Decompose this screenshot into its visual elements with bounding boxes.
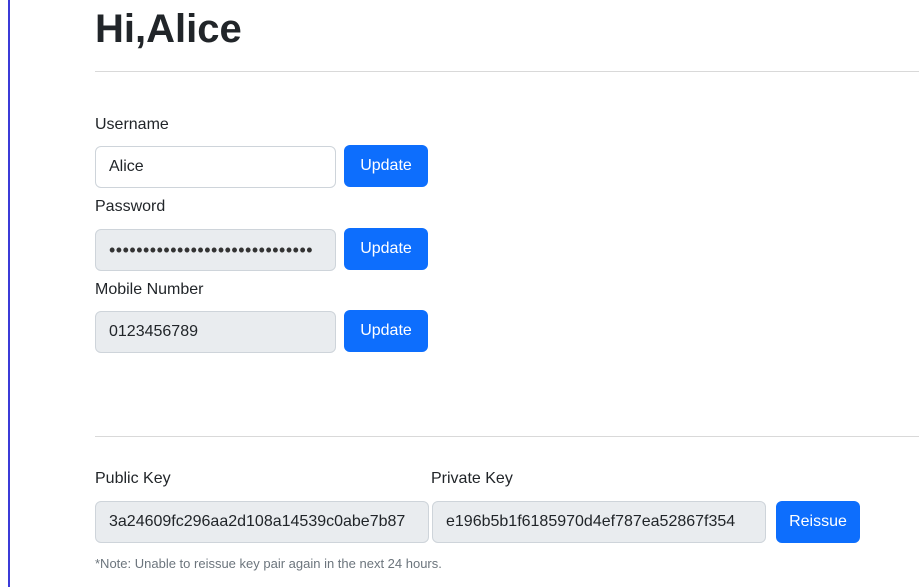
page-title: Hi,Alice — [95, 7, 242, 51]
update-mobile-button[interactable]: Update — [344, 310, 428, 352]
update-password-button[interactable]: Update — [344, 228, 428, 270]
public-key-field[interactable]: 3a24609fc296aa2d108a14539c0abe7b87 — [95, 501, 429, 543]
mobile-input[interactable]: 0123456789 — [95, 311, 336, 353]
divider — [95, 71, 919, 72]
username-input[interactable]: Alice — [95, 146, 336, 188]
private-key-field[interactable]: e196b5b1f6185970d4ef787ea52867f354 — [432, 501, 766, 543]
update-username-button[interactable]: Update — [344, 145, 428, 187]
public-key-label: Public Key — [95, 470, 171, 487]
password-label: Password — [95, 198, 166, 215]
mobile-label: Mobile Number — [95, 281, 204, 298]
left-border — [8, 0, 10, 587]
password-input[interactable]: •••••••••••••••••••••••••••••• — [95, 229, 336, 271]
username-label: Username — [95, 116, 169, 133]
divider — [95, 436, 919, 437]
reissue-button[interactable]: Reissue — [776, 501, 860, 543]
private-key-label: Private Key — [431, 470, 513, 487]
reissue-note: *Note: Unable to reissue key pair again … — [95, 556, 442, 571]
